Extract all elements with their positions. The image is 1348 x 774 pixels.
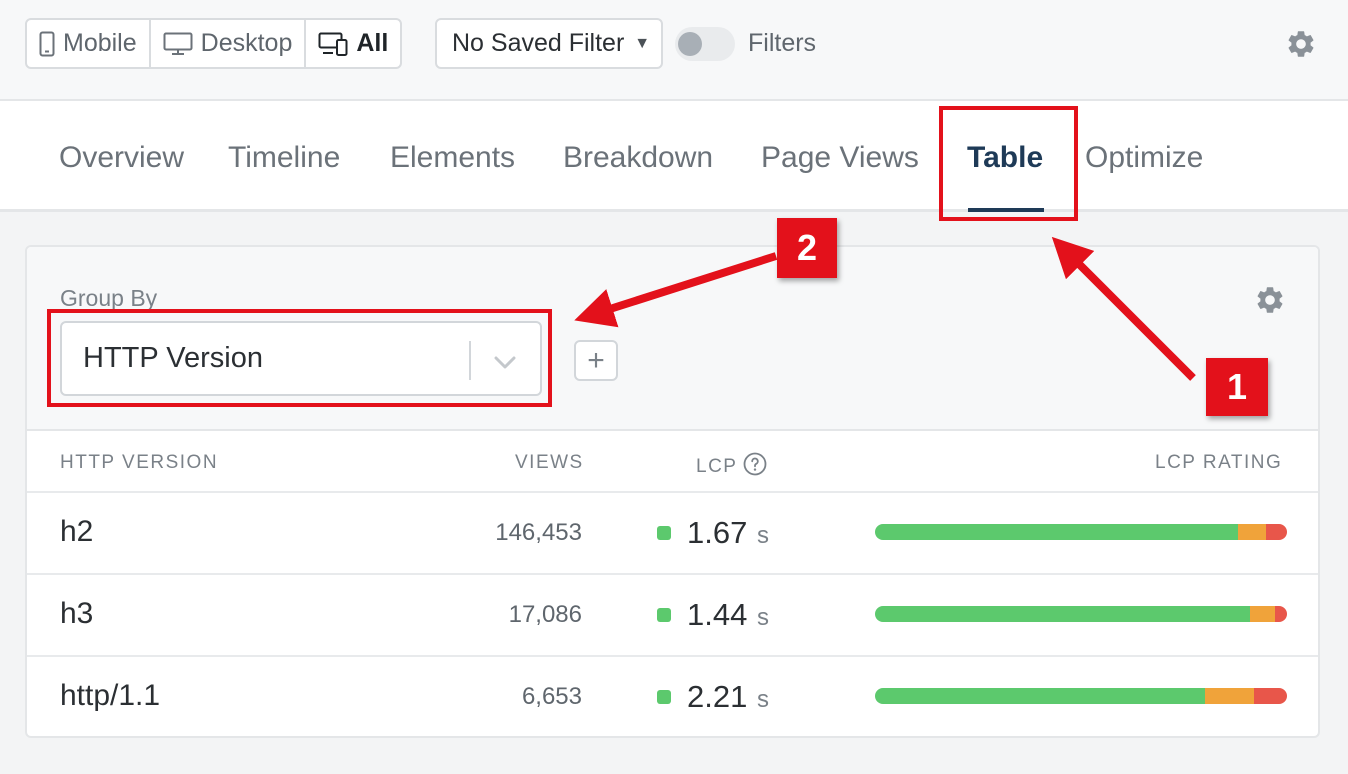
devices-icon xyxy=(318,32,348,56)
row-name: http/1.1 xyxy=(60,679,161,712)
device-desktop-button[interactable]: Desktop xyxy=(151,20,307,67)
tab-breakdown[interactable]: Breakdown xyxy=(563,141,713,175)
toggle-knob xyxy=(678,32,702,56)
rating-needs-improvement-segment xyxy=(1249,606,1275,622)
column-header-views[interactable]: VIEWS xyxy=(515,452,584,474)
row-name: h2 xyxy=(60,515,94,548)
tab-optimize[interactable]: Optimize xyxy=(1085,141,1203,175)
tab-timeline[interactable]: Timeline xyxy=(228,141,340,175)
saved-filter-label: No Saved Filter xyxy=(452,29,625,57)
lcp-rating-bar xyxy=(875,606,1287,622)
table-row[interactable]: h2 146,453 1.67 s xyxy=(27,491,1318,573)
device-all-button[interactable]: All xyxy=(306,20,400,67)
rating-poor-segment xyxy=(1254,688,1287,704)
annotation-highlight-group-by xyxy=(47,309,552,407)
row-views: 17,086 xyxy=(508,601,582,628)
mobile-icon xyxy=(39,31,55,57)
lcp-status-dot xyxy=(657,608,671,622)
caret-down-icon: ▼ xyxy=(634,34,651,52)
annotation-highlight-table-tab xyxy=(939,106,1078,221)
row-lcp-value: 1.44 xyxy=(687,597,748,632)
lcp-status-dot xyxy=(657,526,671,540)
row-lcp-unit: s xyxy=(757,686,769,713)
settings-gear-icon[interactable] xyxy=(1285,28,1317,65)
group-by-label: Group By xyxy=(60,285,158,311)
tab-overview[interactable]: Overview xyxy=(59,141,184,175)
row-lcp-value: 2.21 xyxy=(687,679,748,714)
column-header-lcp[interactable]: LCP xyxy=(696,452,767,482)
table-row[interactable]: h3 17,086 1.44 s xyxy=(27,573,1318,655)
column-header-lcp-label: LCP xyxy=(696,456,738,477)
lcp-rating-bar xyxy=(875,524,1287,540)
row-views: 6,653 xyxy=(521,683,582,710)
tab-bar: Overview Timeline Elements Breakdown Pag… xyxy=(0,101,1348,212)
filters-toggle[interactable] xyxy=(675,27,735,61)
rating-needs-improvement-segment xyxy=(1237,524,1267,540)
filters-label: Filters xyxy=(748,29,817,57)
row-views: 146,453 xyxy=(495,519,582,546)
row-lcp-value: 1.67 xyxy=(687,515,748,550)
table-row[interactable]: http/1.1 6,653 2.21 s xyxy=(27,655,1318,736)
rating-needs-improvement-segment xyxy=(1204,688,1255,704)
device-desktop-label: Desktop xyxy=(200,29,293,57)
rating-good-segment xyxy=(875,524,1238,540)
tab-page-views[interactable]: Page Views xyxy=(761,141,919,175)
device-mobile-button[interactable]: Mobile xyxy=(27,20,151,67)
row-name: h3 xyxy=(60,597,94,630)
device-selector: Mobile Desktop All xyxy=(25,18,403,69)
annotation-badge-1: 1 xyxy=(1206,358,1268,416)
desktop-icon xyxy=(163,32,193,56)
help-icon[interactable] xyxy=(743,452,767,482)
row-lcp-unit: s xyxy=(757,522,769,549)
rating-good-segment xyxy=(875,606,1250,622)
add-group-button[interactable]: + xyxy=(574,340,618,381)
top-toolbar: Mobile Desktop All No Saved Filter ▼ Fil… xyxy=(0,0,1348,101)
lcp-status-dot xyxy=(657,690,671,704)
annotation-badge-2: 2 xyxy=(777,218,837,278)
lcp-rating-bar xyxy=(875,688,1287,704)
card-settings-gear-icon[interactable] xyxy=(1254,284,1286,321)
row-lcp-unit: s xyxy=(757,604,769,631)
column-header-http-version[interactable]: HTTP VERSION xyxy=(60,452,218,474)
tab-elements[interactable]: Elements xyxy=(390,141,515,175)
device-mobile-label: Mobile xyxy=(63,29,137,57)
rating-poor-segment xyxy=(1266,524,1287,540)
device-all-label: All xyxy=(356,29,389,57)
rating-poor-segment xyxy=(1274,606,1287,622)
rating-good-segment xyxy=(875,688,1205,704)
saved-filter-dropdown[interactable]: No Saved Filter ▼ xyxy=(435,18,663,69)
column-header-lcp-rating[interactable]: LCP RATING xyxy=(1155,452,1282,474)
